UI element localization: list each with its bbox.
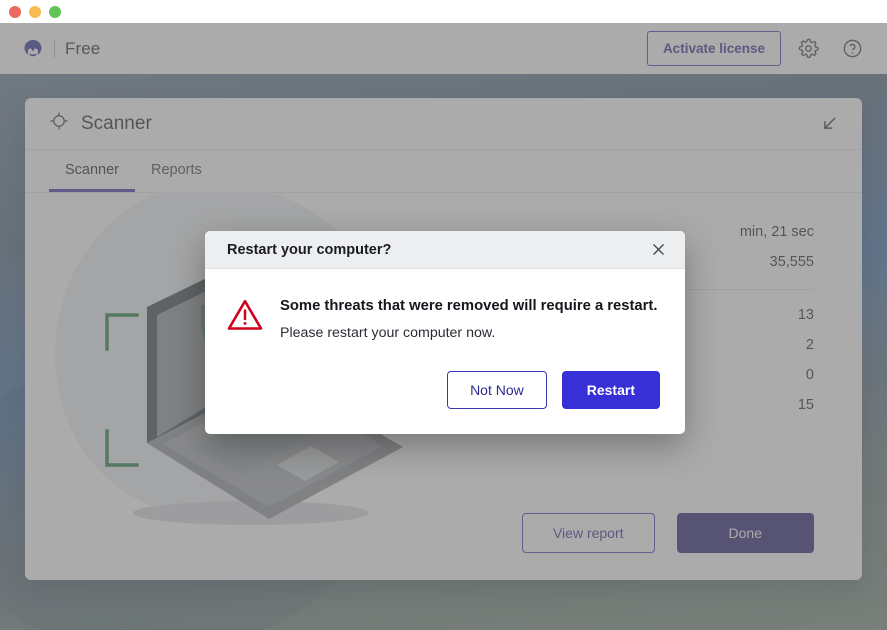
- restart-button[interactable]: Restart: [561, 371, 660, 410]
- warning-triangle-icon: [227, 298, 263, 343]
- dialog-actions: Not Now Restart: [205, 343, 685, 434]
- window-maximize-button[interactable]: [49, 5, 61, 18]
- close-x-icon[interactable]: [645, 237, 671, 263]
- dialog-body: Some threats that were removed will requ…: [205, 269, 685, 343]
- macos-titlebar: [0, 0, 887, 23]
- dialog-title: Restart your computer?: [227, 241, 392, 258]
- window-minimize-button[interactable]: [29, 5, 41, 18]
- window-close-button[interactable]: [9, 5, 21, 18]
- app-window: Free Activate license: [0, 0, 887, 630]
- dialog-message-sub: Please restart your computer now.: [280, 325, 496, 342]
- restart-dialog: Restart your computer? Some threats that…: [205, 231, 685, 435]
- dialog-header: Restart your computer?: [205, 231, 685, 269]
- dialog-message: Some threats that were removed will requ…: [280, 297, 657, 343]
- not-now-button[interactable]: Not Now: [447, 371, 547, 410]
- dialog-message-main: Some threats that were removed will requ…: [280, 298, 658, 314]
